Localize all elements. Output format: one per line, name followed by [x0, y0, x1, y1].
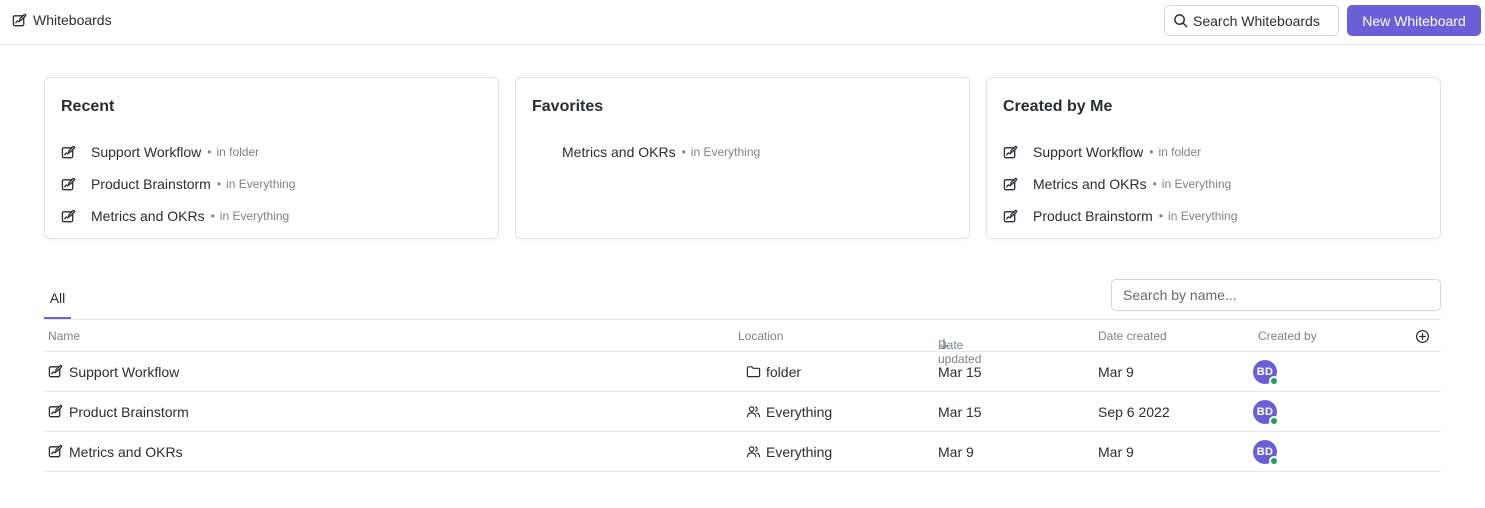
favorites-item[interactable]: Metrics and OKRs in Everything [532, 136, 953, 168]
row-name: Support Workflow [69, 363, 180, 380]
row-date-created: Mar 9 [1098, 443, 1134, 460]
row-created-by-cell: BD [1253, 392, 1279, 431]
recent-item-location: in Everything [217, 177, 295, 191]
row-date-updated: Mar 9 [938, 443, 974, 460]
column-location[interactable]: Location [738, 329, 783, 343]
row-name-cell: Metrics and OKRs [48, 432, 183, 471]
online-status-dot [1269, 455, 1279, 466]
favorites-item-name: Metrics and OKRs [562, 144, 676, 160]
column-created-by[interactable]: Created by [1258, 329, 1317, 343]
whiteboard-icon [61, 209, 91, 224]
created-by-me-item-name: Product Brainstorm [1033, 208, 1153, 224]
page-title-text: Whiteboards [33, 12, 112, 28]
created-by-me-title: Created by Me [1003, 98, 1113, 115]
whiteboard-icon [1003, 145, 1033, 160]
created-by-me-item-location: in Everything [1159, 209, 1237, 223]
avatar[interactable]: BD [1253, 439, 1279, 466]
table-header: Name Location Date updated Date created … [44, 319, 1441, 366]
created-by-me-item-name: Metrics and OKRs [1033, 176, 1147, 192]
table-row[interactable]: Support Workflow folder Mar 15 Mar 9 BD [44, 352, 1441, 392]
recent-item-name: Metrics and OKRs [91, 208, 205, 224]
created-by-me-item-location: in folder [1149, 145, 1201, 159]
recent-item-name: Product Brainstorm [91, 176, 211, 192]
row-name-cell: Product Brainstorm [48, 392, 189, 431]
row-location-cell: Everything [746, 392, 832, 431]
recent-item[interactable]: Support Workflow in folder [61, 136, 482, 168]
column-name[interactable]: Name [48, 329, 80, 343]
created-by-me-card: Created by Me Support Workflow in folder… [986, 77, 1441, 239]
avatar[interactable]: BD [1253, 359, 1279, 386]
whiteboard-icon [48, 404, 63, 419]
recent-list: Support Workflow in folder Product Brain… [61, 136, 482, 232]
row-created-by-cell: BD [1253, 432, 1279, 471]
created-by-me-item[interactable]: Metrics and OKRs in Everything [1003, 168, 1424, 200]
row-name: Metrics and OKRs [69, 443, 183, 460]
row-location: Everything [766, 403, 833, 420]
recent-item-name: Support Workflow [91, 144, 202, 160]
avatar[interactable]: BD [1253, 399, 1279, 426]
recent-item[interactable]: Product Brainstorm in Everything [61, 168, 482, 200]
favorites-title: Favorites [532, 98, 604, 115]
recent-item[interactable]: Metrics and OKRs in Everything [61, 200, 482, 232]
row-name: Product Brainstorm [69, 403, 189, 420]
recent-item-location: in folder [207, 145, 259, 159]
new-whiteboard-button[interactable]: New Whiteboard [1347, 5, 1481, 36]
whiteboard-icon [48, 364, 63, 379]
whiteboard-icon [61, 177, 91, 192]
people-icon [746, 444, 761, 459]
search-icon [1173, 13, 1188, 28]
favorites-list: Metrics and OKRs in Everything [532, 136, 953, 168]
tab-all[interactable]: All [44, 279, 71, 319]
whiteboard-icon [12, 13, 27, 28]
row-location: Everything [766, 443, 833, 460]
row-location-cell: Everything [746, 432, 832, 471]
search-whiteboards-label: Search Whiteboards [1193, 12, 1320, 29]
whiteboards-table: Name Location Date updated Date created … [44, 319, 1441, 472]
whiteboard-icon [61, 145, 91, 160]
folder-icon [746, 364, 761, 379]
column-date-created[interactable]: Date created [1098, 329, 1167, 343]
people-icon [746, 404, 761, 419]
table-row[interactable]: Metrics and OKRs Everything Mar 9 Mar 9 … [44, 432, 1441, 472]
online-status-dot [1269, 375, 1279, 386]
created-by-me-item-location: in Everything [1153, 177, 1231, 191]
row-date-updated: Mar 15 [938, 403, 982, 420]
row-location: folder [766, 363, 802, 380]
recent-item-location: in Everything [211, 209, 289, 223]
row-name-cell: Support Workflow [48, 352, 179, 391]
row-date-created: Sep 6 2022 [1098, 403, 1170, 420]
arrow-down-icon [938, 338, 950, 350]
row-created-by-cell: BD [1253, 352, 1279, 391]
favorites-card: Favorites Metrics and OKRs in Everything [515, 77, 970, 239]
online-status-dot [1269, 415, 1279, 426]
row-date-updated: Mar 15 [938, 363, 982, 380]
created-by-me-item[interactable]: Support Workflow in folder [1003, 136, 1424, 168]
created-by-me-item[interactable]: Product Brainstorm in Everything [1003, 200, 1424, 232]
created-by-me-item-name: Support Workflow [1033, 144, 1144, 160]
add-column-icon[interactable] [1415, 329, 1430, 344]
whiteboard-icon [1003, 209, 1033, 224]
search-whiteboards-button[interactable]: Search Whiteboards [1164, 5, 1339, 36]
created-by-me-list: Support Workflow in folder Metrics and O… [1003, 136, 1424, 232]
row-date-created: Mar 9 [1098, 363, 1134, 380]
top-bar: Whiteboards Search Whiteboards New White… [0, 0, 1485, 45]
table-row[interactable]: Product Brainstorm Everything Mar 15 Sep… [44, 392, 1441, 432]
favorites-item-location: in Everything [682, 145, 760, 159]
whiteboard-icon [1003, 177, 1033, 192]
whiteboard-icon [48, 444, 63, 459]
recent-card: Recent Support Workflow in folder Produc… [44, 77, 499, 239]
search-by-name-input[interactable] [1111, 279, 1441, 311]
page-title: Whiteboards [12, 12, 112, 28]
recent-title: Recent [61, 98, 115, 115]
row-location-cell: folder [746, 352, 801, 391]
